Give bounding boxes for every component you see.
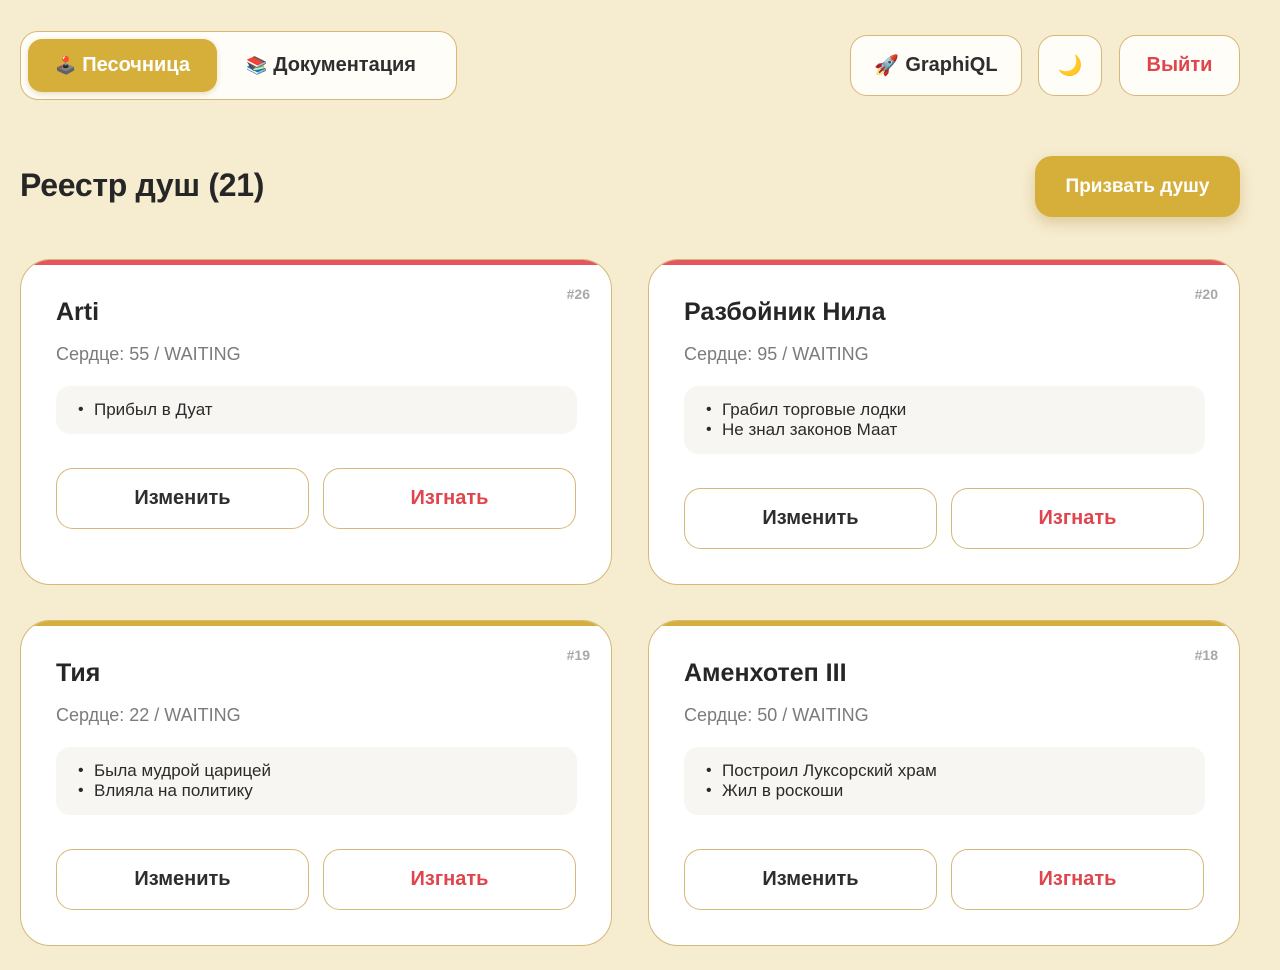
logout-button[interactable]: Выйти xyxy=(1119,35,1240,96)
card-accent-stripe xyxy=(649,260,1239,265)
card-actions: Изменить Изгнать xyxy=(56,849,577,910)
edit-button[interactable]: Изменить xyxy=(56,468,309,529)
banish-button[interactable]: Изгнать xyxy=(323,468,576,529)
tab-documentation[interactable]: 📚 Документация xyxy=(233,39,429,92)
soul-card: #20 Разбойник Нила Сердце: 95 / WAITING Гра… xyxy=(648,259,1240,585)
list-item: Грабил торговые лодки xyxy=(704,400,1185,420)
soul-card: #19 Тия Сердце: 22 / WAITING Была мудрой ца… xyxy=(20,620,612,946)
card-accent-stripe xyxy=(649,621,1239,626)
rocket-icon: 🚀 xyxy=(874,55,900,77)
card-notes-list: Была мудрой царицейВлияла на политику xyxy=(56,747,577,815)
card-actions: Изменить Изгнать xyxy=(684,849,1205,910)
banish-button[interactable]: Изгнать xyxy=(323,849,576,910)
list-item: Жил в роскоши xyxy=(704,781,1185,801)
tab-sandbox[interactable]: 🕹️ Песочница xyxy=(28,39,217,92)
card-title: Arti xyxy=(56,298,100,326)
card-title: Разбойник Нила xyxy=(684,298,886,326)
card-id: #19 xyxy=(566,647,590,663)
card-heart-status: Сердце: 95 / WAITING xyxy=(684,344,869,364)
graphiql-button[interactable]: 🚀 GraphiQL xyxy=(850,35,1022,96)
theme-toggle-button[interactable]: 🌙 xyxy=(1038,35,1102,96)
list-item: Была мудрой царицей xyxy=(76,761,557,781)
page-title: Реестр душ (21) xyxy=(20,167,265,203)
card-heart-status: Сердце: 50 / WAITING xyxy=(684,705,869,725)
card-actions: Изменить Изгнать xyxy=(56,468,577,529)
list-item: Прибыл в Дуат xyxy=(76,400,557,420)
summon-soul-button[interactable]: Призвать душу xyxy=(1035,156,1240,217)
graphiql-label: GraphiQL xyxy=(905,54,998,76)
joystick-icon: 🕹️ xyxy=(55,55,77,75)
list-item: Влияла на политику xyxy=(76,781,557,801)
card-notes-list: Построил Луксорский храмЖил в роскоши xyxy=(684,747,1205,815)
card-heart-status: Сердце: 22 / WAITING xyxy=(56,705,241,725)
edit-button[interactable]: Изменить xyxy=(684,488,937,549)
card-heart-status: Сердце: 55 / WAITING xyxy=(56,344,241,364)
soul-card: #26 Arti Сердце: 55 / WAITING Прибыл в Дуат… xyxy=(20,259,612,585)
banish-button[interactable]: Изгнать xyxy=(951,488,1204,549)
edit-button[interactable]: Изменить xyxy=(56,849,309,910)
banish-button[interactable]: Изгнать xyxy=(951,849,1204,910)
card-title: Тия xyxy=(56,659,101,687)
card-id: #20 xyxy=(1194,286,1218,302)
card-title: Аменхотеп III xyxy=(684,659,847,687)
list-item: Построил Луксорский храм xyxy=(704,761,1185,781)
card-id: #26 xyxy=(566,286,590,302)
tab-documentation-label: Документация xyxy=(273,54,416,76)
card-accent-stripe xyxy=(21,621,611,626)
card-notes-list: Грабил торговые лодкиНе знал законов Маа… xyxy=(684,386,1205,454)
card-notes-list: Прибыл в Дуат xyxy=(56,386,577,434)
mode-tabs: 🕹️ Песочница 📚 Документация xyxy=(20,31,457,100)
card-id: #18 xyxy=(1194,647,1218,663)
top-bar: 🕹️ Песочница 📚 Документация 🚀 GraphiQL 🌙… xyxy=(20,31,1240,101)
books-icon: 📚 xyxy=(246,55,268,75)
list-item: Не знал законов Маат xyxy=(704,420,1185,440)
card-actions: Изменить Изгнать xyxy=(684,488,1205,549)
edit-button[interactable]: Изменить xyxy=(684,849,937,910)
soul-card: #18 Аменхотеп III Сердце: 50 / WAITING Пост… xyxy=(648,620,1240,946)
tab-sandbox-label: Песочница xyxy=(82,54,190,76)
moon-icon: 🌙 xyxy=(1057,55,1083,77)
card-accent-stripe xyxy=(21,260,611,265)
